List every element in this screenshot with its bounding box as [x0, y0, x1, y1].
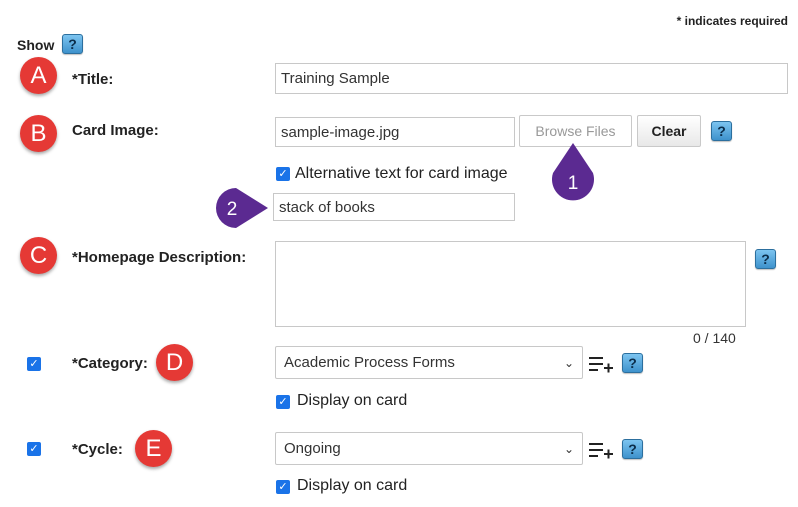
- badge-b: B: [20, 115, 57, 152]
- callout-2-number: 2: [227, 199, 238, 220]
- homepage-description-help-icon[interactable]: ?: [755, 249, 776, 269]
- alt-text-checkbox[interactable]: ✓: [276, 167, 290, 181]
- cycle-select[interactable]: Ongoing ⌄: [275, 432, 583, 465]
- category-select[interactable]: Academic Process Forms ⌄: [275, 346, 583, 379]
- chevron-down-icon: ⌄: [563, 441, 574, 456]
- show-help-icon[interactable]: ?: [62, 34, 83, 54]
- badge-a: A: [20, 57, 57, 94]
- show-label: Show: [17, 37, 55, 53]
- clear-button[interactable]: Clear: [637, 115, 701, 147]
- cycle-display-checkbox[interactable]: ✓: [276, 480, 290, 494]
- card-image-help-icon[interactable]: ?: [711, 121, 732, 141]
- badge-e: E: [135, 430, 172, 467]
- card-image-filename: sample-image.jpg: [275, 117, 515, 147]
- category-display-checkbox[interactable]: ✓: [276, 395, 290, 409]
- category-help-icon[interactable]: ?: [622, 353, 643, 373]
- cycle-display-label: Display on card: [297, 477, 408, 494]
- add-category-icon[interactable]: [589, 355, 613, 375]
- category-show-checkbox[interactable]: ✓: [27, 357, 41, 371]
- add-cycle-icon[interactable]: [589, 441, 613, 461]
- required-note: * indicates required: [676, 14, 788, 28]
- homepage-description-label: *Homepage Description:: [72, 249, 247, 266]
- category-display-label: Display on card: [297, 392, 408, 409]
- character-counter: 0 / 140: [693, 330, 736, 346]
- homepage-description-textarea[interactable]: [275, 241, 746, 327]
- cycle-show-checkbox[interactable]: ✓: [27, 442, 41, 456]
- cycle-selected-value: Ongoing: [284, 440, 341, 457]
- badge-d: D: [156, 344, 193, 381]
- callout-2-marker: 2: [216, 188, 268, 228]
- category-selected-value: Academic Process Forms: [284, 354, 455, 371]
- category-label: *Category:: [72, 355, 148, 372]
- cycle-label: *Cycle:: [72, 441, 123, 458]
- alt-text-input[interactable]: stack of books: [273, 193, 515, 221]
- cycle-help-icon[interactable]: ?: [622, 439, 643, 459]
- callout-1-number: 1: [568, 173, 579, 194]
- badge-c: C: [20, 237, 57, 274]
- title-input[interactable]: Training Sample: [275, 63, 788, 94]
- callout-1-marker: 1: [552, 143, 594, 201]
- card-image-label: Card Image:: [72, 122, 159, 139]
- chevron-down-icon: ⌄: [563, 355, 574, 370]
- alt-text-checkbox-label: Alternative text for card image: [295, 165, 508, 182]
- title-label: *Title:: [72, 71, 114, 88]
